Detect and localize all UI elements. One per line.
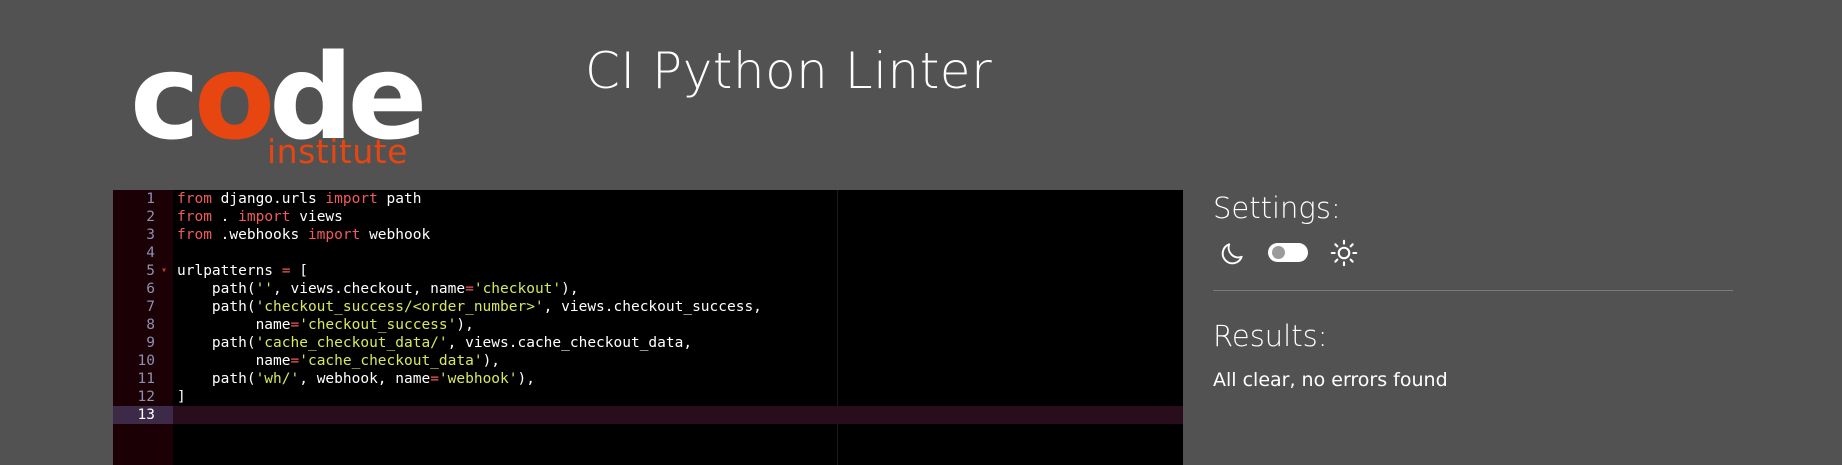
line-number: 7 [146,299,155,315]
line-number: 2 [146,209,155,225]
moon-icon [1221,243,1243,265]
code-token: django.urls [211,191,326,207]
code-line[interactable]: 2 from . import views [113,208,1183,226]
code-token: from [177,191,212,207]
code-line[interactable]: 8 name='checkout_success'), [113,316,1183,334]
code-token: ), [517,371,535,387]
code-token: . [211,209,239,225]
code-token: urlpatterns [177,263,282,279]
results-heading: Results: [1213,319,1328,353]
line-text: name='cache_checkout_data'), [177,352,500,370]
code-token: '' [255,281,274,297]
code-editor[interactable]: 1 from django.urls import path 2 from . imp… [113,190,1183,465]
results-message: All clear, no errors found [1213,369,1448,391]
line-number: 10 [137,353,155,369]
code-token: path( [177,371,256,387]
code-token: views [290,209,343,225]
code-token: = [430,371,439,387]
code-token: .webhooks [211,227,308,243]
code-line[interactable]: 7 path('checkout_success/<order_number>'… [113,298,1183,316]
code-token: ), [456,317,474,333]
sun-icon [1330,239,1358,267]
code-token: 'webhook' [438,371,518,387]
code-token: name [177,317,291,333]
code-token: 'cache_checkout_data/' [255,335,448,351]
code-line[interactable]: 6 path('', views.checkout, name='checkou… [113,280,1183,298]
line-number: 4 [146,245,155,261]
code-token: path( [177,335,256,351]
code-institute-logo: code institute [130,38,428,171]
code-token: 'checkout' [473,281,562,297]
code-token: 'wh/' [255,371,300,387]
code-line[interactable]: 5 ▾ urlpatterns = [ [113,262,1183,280]
code-token: , views.cache_checkout_data, [447,335,693,351]
code-token: ), [482,353,501,369]
line-text: from django.urls import path [177,190,421,208]
line-text: from .webhooks import webhook [177,226,430,244]
line-text: path('cache_checkout_data/', views.cache… [177,334,692,352]
toggle-knob [1272,246,1285,259]
line-number: 8 [146,317,155,333]
code-token: = [465,281,474,297]
line-text: path('wh/', webhook, name='webhook'), [177,370,535,388]
code-token: path [377,191,422,207]
code-line[interactable]: 1 from django.urls import path [113,190,1183,208]
settings-heading: Settings: [1213,191,1341,225]
line-text: path('checkout_success/<order_number>', … [177,298,762,316]
code-token: , views.checkout_success, [543,299,762,315]
code-token: import [307,227,361,243]
settings-divider [1213,290,1733,291]
line-number: 9 [146,335,155,351]
logo-subtitle: institute [267,132,408,171]
code-token: = [290,317,300,333]
fold-arrow-icon[interactable]: ▾ [161,262,167,280]
code-token: , views.checkout, name [273,281,466,297]
code-token: name [177,353,291,369]
line-text: from . import views [177,208,343,226]
code-line[interactable]: 9 path('cache_checkout_data/', views.cac… [113,334,1183,352]
code-token: 'cache_checkout_data' [299,353,483,369]
code-token: import [238,209,291,225]
code-line[interactable]: 12] [113,388,1183,406]
line-number: 5 [146,263,155,279]
code-token: 'checkout_success/<order_number>' [255,299,544,315]
line-text: ] [177,388,186,406]
code-token: webhook [360,227,431,243]
theme-switcher [1220,238,1380,268]
code-token: = [281,263,291,279]
line-number: 12 [137,389,155,405]
line-text: name='checkout_success'), [177,316,474,334]
code-line[interactable]: 13 [113,406,1183,424]
code-line[interactable]: 4 [113,244,1183,262]
code-token: import [325,191,378,207]
line-number: 11 [137,371,155,387]
theme-toggle[interactable] [1268,243,1308,262]
code-line[interactable]: 10 name='cache_checkout_data'), [113,352,1183,370]
code-token: , webhook, name [299,371,431,387]
line-number: 13 [113,406,173,424]
code-lines[interactable]: 1 from django.urls import path 2 from . imp… [113,190,1183,424]
line-text: path('', views.checkout, name='checkout'… [177,280,579,298]
line-text: urlpatterns = [ [177,262,308,280]
line-number: 3 [146,227,155,243]
code-token: ] [177,389,186,405]
code-token: 'checkout_success' [299,317,457,333]
code-token: path( [177,299,256,315]
page-title: CI Python Linter [585,42,993,100]
line-number: 1 [146,191,155,207]
code-token: path( [177,281,256,297]
code-token: from [177,209,212,225]
code-line[interactable]: 11 path('wh/', webhook, name='webhook'), [113,370,1183,388]
logo-letter-c: c [130,28,200,166]
code-token: ), [561,281,579,297]
code-line[interactable]: 3 from .webhooks import webhook [113,226,1183,244]
line-number: 6 [146,281,155,297]
code-token: from [177,227,212,243]
code-token: [ [290,263,308,279]
logo-letter-o: o [193,28,275,166]
code-token: = [290,353,300,369]
